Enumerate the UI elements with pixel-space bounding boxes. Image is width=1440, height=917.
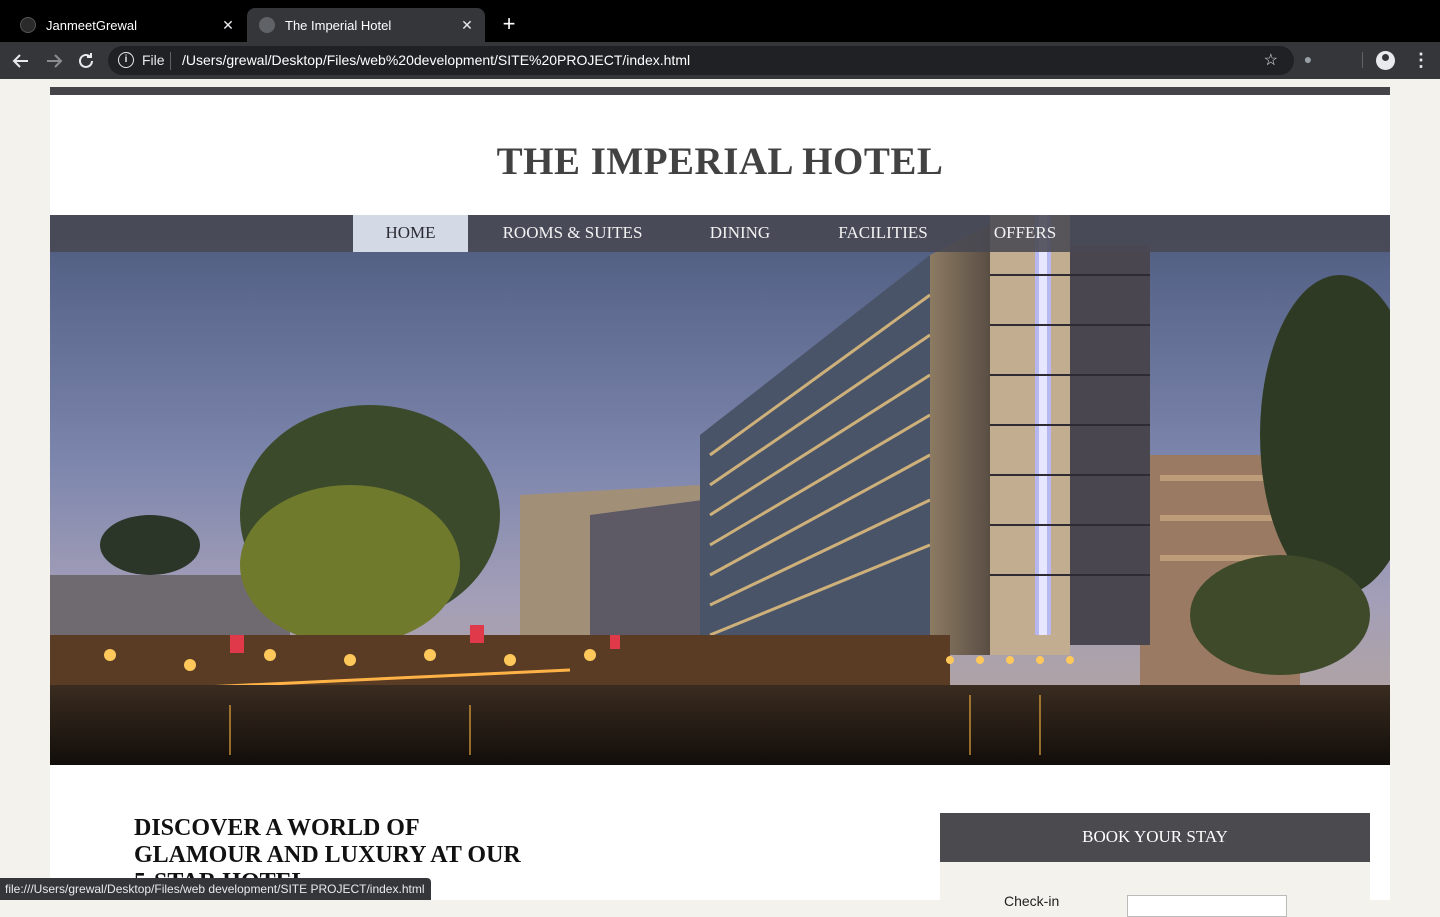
- status-bar: file:///Users/grewal/Desktop/Files/web d…: [0, 878, 432, 900]
- divider: [170, 52, 171, 70]
- reload-icon: [79, 53, 93, 68]
- nav-offers[interactable]: OFFERS: [980, 215, 1070, 252]
- arrow-right-icon: [47, 54, 63, 68]
- hotel-photo: [50, 215, 1390, 765]
- close-icon[interactable]: ✕: [218, 17, 238, 34]
- browser-toolbar: i File /Users/grewal/Desktop/Files/web%2…: [0, 42, 1440, 79]
- nav-dining[interactable]: DINING: [690, 215, 790, 252]
- more-vertical-icon[interactable]: ⋮: [1412, 48, 1430, 72]
- page-content: THE IMPERIAL HOTEL HOME ROOMS & SUITES D…: [50, 87, 1390, 917]
- checkin-label: Check-in: [1004, 893, 1060, 909]
- tab-title: The Imperial Hotel: [285, 17, 392, 33]
- new-tab-button[interactable]: +: [497, 12, 521, 36]
- url-text[interactable]: /Users/grewal/Desktop/Files/web%20develo…: [182, 52, 690, 68]
- site-title: THE IMPERIAL HOTEL: [496, 140, 944, 183]
- nav-facilities[interactable]: FACILITIES: [825, 215, 941, 252]
- tab-janmeetgrewal[interactable]: JanmeetGrewal ✕: [8, 8, 246, 42]
- top-accent-bar: [50, 87, 1390, 95]
- booking-panel: BOOK YOUR STAY Check-in: [940, 813, 1370, 917]
- forward-button[interactable]: [42, 49, 66, 73]
- nav-home[interactable]: HOME: [353, 215, 468, 252]
- tab-imperial-hotel[interactable]: The Imperial Hotel ✕: [247, 8, 485, 42]
- tab-strip: JanmeetGrewal ✕ The Imperial Hotel ✕ +: [0, 0, 1440, 42]
- profile-icon[interactable]: [1376, 51, 1395, 70]
- checkin-input[interactable]: [1127, 895, 1287, 917]
- back-button[interactable]: [9, 49, 33, 73]
- divider: [1362, 52, 1363, 68]
- extension-icon[interactable]: ●: [1300, 51, 1316, 67]
- arrow-left-icon: [12, 54, 28, 68]
- close-icon[interactable]: ✕: [457, 17, 477, 34]
- reload-button[interactable]: [74, 49, 98, 73]
- address-bar[interactable]: i File /Users/grewal/Desktop/Files/web%2…: [108, 46, 1294, 75]
- info-icon[interactable]: i: [118, 52, 134, 68]
- hero-image: [50, 215, 1390, 765]
- scheme-label: File: [142, 52, 165, 68]
- star-icon[interactable]: ☆: [1264, 50, 1278, 70]
- main-nav: HOME ROOMS & SUITES DINING FACILITIES OF…: [50, 215, 1390, 252]
- globe-icon: [259, 17, 275, 33]
- github-icon: [20, 17, 36, 33]
- tab-title: JanmeetGrewal: [46, 17, 138, 33]
- nav-rooms-suites[interactable]: ROOMS & SUITES: [490, 215, 655, 252]
- booking-header: BOOK YOUR STAY: [940, 813, 1370, 862]
